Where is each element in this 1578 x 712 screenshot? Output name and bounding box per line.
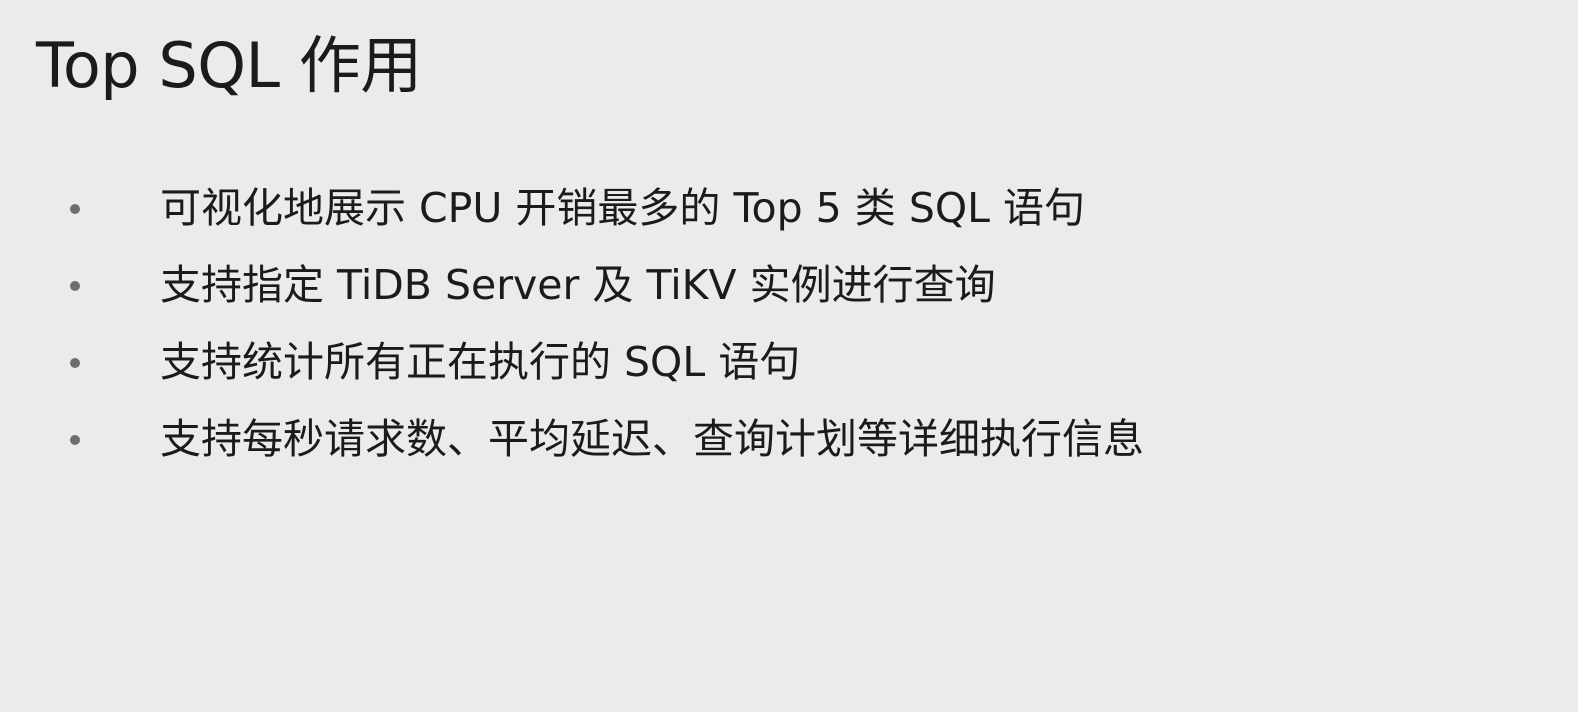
slide: Top SQL 作用 可视化地展示 CPU 开销最多的 Top 5 类 SQL …	[0, 0, 1578, 712]
bullet-text: 支持每秒请求数、平均延迟、查询计划等详细执行信息	[160, 415, 1144, 463]
bullet-text: 支持指定 TiDB Server 及 TiKV 实例进行查询	[160, 261, 996, 309]
bullet-text: 支持统计所有正在执行的 SQL 语句	[160, 338, 801, 386]
slide-title: Top SQL 作用	[36, 29, 422, 102]
bullet-dot-icon	[70, 435, 80, 445]
bullet-dot-icon	[70, 281, 80, 291]
bullet-dot-icon	[70, 204, 80, 214]
bullet-text: 可视化地展示 CPU 开销最多的 Top 5 类 SQL 语句	[160, 184, 1086, 232]
bullet-dot-icon	[70, 358, 80, 368]
